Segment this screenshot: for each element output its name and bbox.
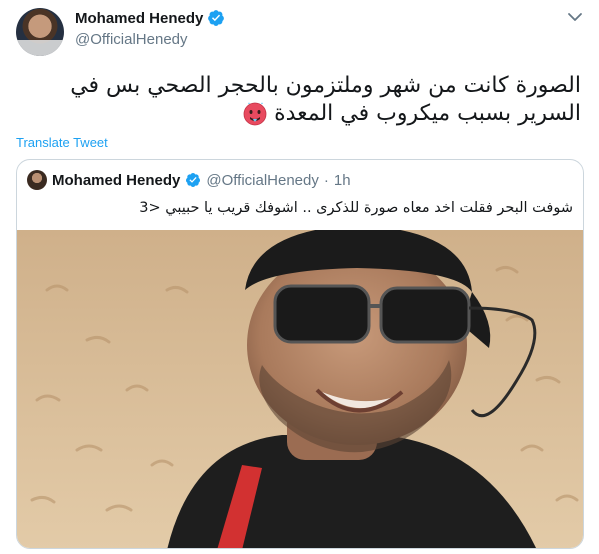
tweet-text-line-2: السرير بسبب ميكروب في المعدة <box>18 100 581 128</box>
tweet-author: Mohamed Henedy @OfficialHenedy <box>75 9 225 48</box>
quoted-verified-badge-icon <box>185 172 201 188</box>
author-name-row: Mohamed Henedy <box>75 9 225 27</box>
quoted-author-handle: @OfficialHenedy <box>206 171 319 189</box>
quoted-separator-dot: · <box>323 171 329 189</box>
quoted-timestamp[interactable]: 1h <box>334 172 351 189</box>
tweet-text-line-2-text: السرير بسبب ميكروب في المعدة <box>274 101 581 126</box>
hot-face-emoji-icon <box>242 100 268 126</box>
quoted-author-avatar <box>27 170 47 190</box>
author-display-name[interactable]: Mohamed Henedy <box>75 10 203 27</box>
more-options-chevron-down-icon[interactable] <box>566 10 584 24</box>
quoted-tweet-card[interactable]: Mohamed Henedy @OfficialHenedy · 1h شوفت… <box>16 159 584 549</box>
avatar[interactable] <box>16 8 64 56</box>
tweet-text-line-1: الصورة كانت من شهر وملتزمون بالحجر الصحي… <box>70 73 581 98</box>
translate-tweet-link[interactable]: Translate Tweet <box>16 135 108 150</box>
quoted-tweet-photo[interactable] <box>17 230 583 548</box>
tweet-text: الصورة كانت من شهر وملتزمون بالحجر الصحي… <box>18 72 581 128</box>
verified-badge-icon <box>207 9 225 27</box>
author-handle[interactable]: @OfficialHenedy <box>75 31 225 48</box>
quoted-author-display-name: Mohamed Henedy <box>52 171 181 189</box>
selfie-photo-image <box>17 230 583 548</box>
quoted-tweet-header: Mohamed Henedy @OfficialHenedy · 1h <box>27 170 351 190</box>
quoted-tweet-text: شوفت البحر فقلت اخد معاه صورة للذكرى .. … <box>139 200 573 216</box>
